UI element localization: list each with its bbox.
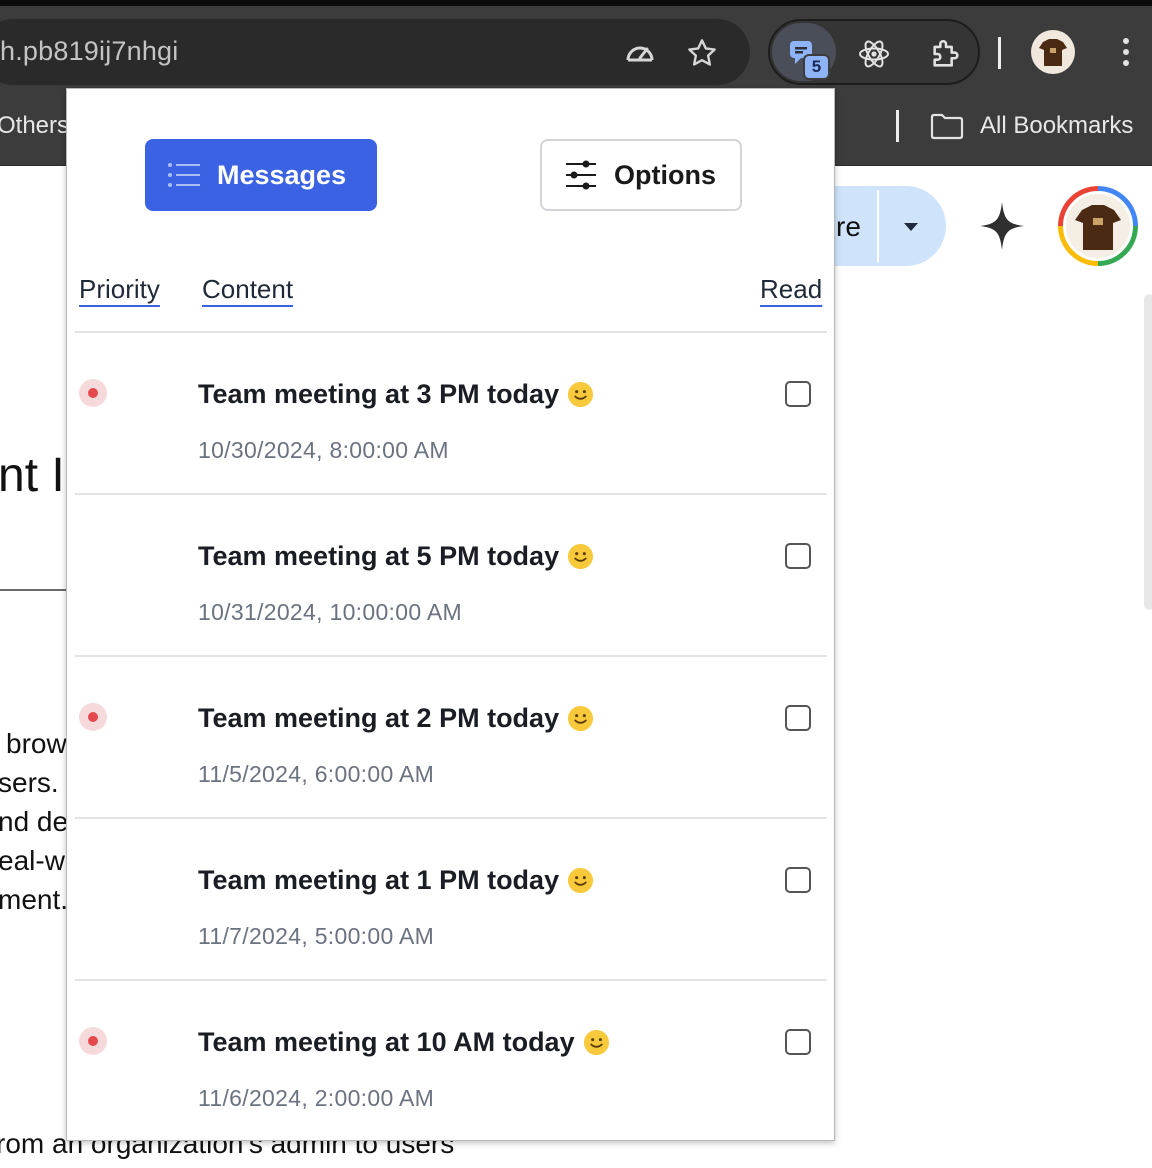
- smiley-emoji-icon: [568, 381, 594, 408]
- message-row: Team meeting at 2 PM today 11/5/2024, 6:…: [75, 657, 827, 819]
- read-checkbox[interactable]: [785, 381, 811, 407]
- bookmarks-divider: [896, 110, 899, 142]
- smiley-emoji-icon: [568, 543, 594, 570]
- react-devtools-icon[interactable]: [852, 32, 896, 76]
- message-title-text: Team meeting at 5 PM today: [198, 541, 560, 571]
- priority-indicator-icon: [79, 703, 107, 731]
- page-divider: [0, 589, 66, 591]
- list-icon: [167, 161, 201, 189]
- share-dropdown-caret-icon[interactable]: [898, 214, 924, 240]
- folder-icon: [928, 108, 966, 144]
- messages-tab-label: Messages: [217, 159, 347, 190]
- profile-avatar[interactable]: [1031, 30, 1075, 74]
- message-title-text: Team meeting at 2 PM today: [198, 703, 560, 733]
- page-text-line: brow: [6, 728, 67, 759]
- message-timestamp: 11/7/2024, 5:00:00 AM: [198, 923, 435, 949]
- page-scrollbar[interactable]: [1144, 294, 1152, 610]
- message-row: Team meeting at 3 PM today 10/30/2024, 8…: [75, 333, 827, 495]
- page-heading-fragment: nt I: [0, 449, 65, 502]
- smiley-emoji-icon: [568, 867, 594, 894]
- account-avatar[interactable]: [1058, 186, 1138, 266]
- read-column-header[interactable]: Read: [760, 274, 822, 305]
- message-row: Team meeting at 10 AM today 11/6/2024, 2…: [75, 981, 827, 1140]
- read-checkbox[interactable]: [785, 1029, 811, 1055]
- message-timestamp: 10/31/2024, 10:00:00 AM: [198, 599, 462, 625]
- unread-count-badge: 5: [803, 54, 830, 80]
- message-title: Team meeting at 2 PM today: [198, 703, 594, 734]
- message-timestamp: 11/5/2024, 6:00:00 AM: [198, 761, 435, 787]
- message-title-text: Team meeting at 3 PM today: [198, 379, 560, 409]
- page-text-line: eal-w: [0, 845, 65, 876]
- message-title-text: Team meeting at 1 PM today: [198, 865, 560, 895]
- message-title-text: Team meeting at 10 AM today: [198, 1027, 575, 1057]
- message-row: Team meeting at 5 PM today 10/31/2024, 1…: [75, 495, 827, 657]
- page-text-line: ment.: [0, 884, 69, 915]
- page-text-line: nd de: [0, 806, 69, 837]
- message-title: Team meeting at 5 PM today: [198, 541, 594, 572]
- message-row: Team meeting at 1 PM today 11/7/2024, 5:…: [75, 819, 827, 981]
- read-checkbox[interactable]: [785, 705, 811, 731]
- read-checkbox[interactable]: [785, 867, 811, 893]
- bookmark-all-bookmarks[interactable]: All Bookmarks: [980, 112, 1133, 140]
- share-button-label: re: [836, 211, 861, 242]
- read-checkbox[interactable]: [785, 543, 811, 569]
- page-text-line: sers.: [0, 767, 59, 798]
- messages-tab-button[interactable]: Messages: [145, 139, 377, 211]
- sliders-icon: [564, 159, 598, 191]
- puzzle-extensions-icon[interactable]: [924, 32, 968, 76]
- bookmark-star-icon[interactable]: [682, 33, 722, 73]
- url-text[interactable]: h.pb819ij7nhgi: [0, 36, 178, 67]
- gemini-sparkle-icon[interactable]: [978, 200, 1026, 252]
- message-timestamp: 10/30/2024, 8:00:00 AM: [198, 437, 449, 463]
- toolbar-divider: [998, 37, 1001, 69]
- content-column-header[interactable]: Content: [202, 274, 293, 305]
- priority-indicator-icon: [79, 379, 107, 407]
- message-title: Team meeting at 1 PM today: [198, 865, 594, 896]
- kebab-menu-icon[interactable]: [1112, 34, 1140, 70]
- priority-column-header[interactable]: Priority: [79, 274, 160, 305]
- message-timestamp: 11/6/2024, 2:00:00 AM: [198, 1085, 435, 1111]
- account-avatar-image: [1063, 191, 1133, 261]
- smiley-emoji-icon: [568, 705, 594, 732]
- bookmark-others[interactable]: Others: [0, 112, 69, 140]
- priority-indicator-icon: [79, 1027, 107, 1055]
- screen: h.pb819ij7nhgi 5 Others All Bookmarks re…: [0, 0, 1152, 1168]
- message-title: Team meeting at 3 PM today: [198, 379, 594, 410]
- options-tab-button[interactable]: Options: [540, 139, 742, 211]
- address-bar[interactable]: h.pb819ij7nhgi: [0, 19, 750, 85]
- speedometer-icon[interactable]: [620, 33, 660, 73]
- messages-popup: Messages Options Priority Content Read T…: [66, 88, 835, 1141]
- smiley-emoji-icon: [583, 1029, 609, 1056]
- message-title: Team meeting at 10 AM today: [198, 1027, 610, 1058]
- share-button-divider: [877, 190, 879, 262]
- options-tab-label: Options: [614, 159, 716, 190]
